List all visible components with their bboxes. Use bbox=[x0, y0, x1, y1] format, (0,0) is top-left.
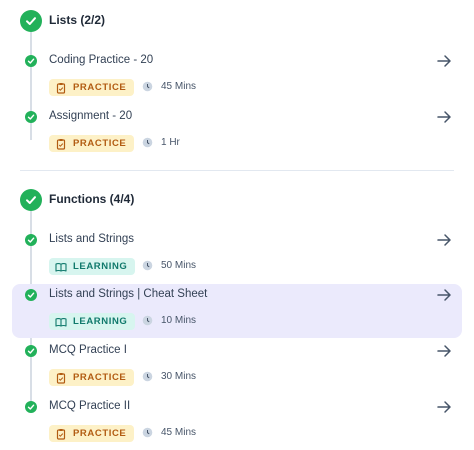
item-title: Assignment - 20 bbox=[49, 110, 133, 122]
check-dot-icon bbox=[25, 55, 37, 67]
learning-badge: LEARNING bbox=[49, 258, 136, 275]
practice-badge: PRACTICE bbox=[49, 425, 135, 442]
list-item-assignment[interactable]: Assignment - 20 PRACTICE 1 Hr bbox=[12, 106, 462, 160]
item-title: Coding Practice - 20 bbox=[49, 54, 154, 66]
arrow-right-icon[interactable] bbox=[436, 232, 452, 248]
clock-icon bbox=[142, 371, 153, 382]
check-dot-icon bbox=[25, 401, 37, 413]
arrow-right-icon[interactable] bbox=[436, 109, 452, 125]
badge-label: PRACTICE bbox=[73, 138, 127, 149]
list-item-coding-practice[interactable]: Coding Practice - 20 PRACTICE 45 Mins bbox=[12, 50, 462, 104]
practice-badge: PRACTICE bbox=[49, 369, 135, 386]
practice-badge: PRACTICE bbox=[49, 79, 135, 96]
section-header-lists[interactable]: Lists (2/2) bbox=[0, 0, 474, 40]
check-dot-icon bbox=[25, 289, 37, 301]
badge-label: PRACTICE bbox=[73, 82, 127, 93]
check-dot-icon bbox=[25, 345, 37, 357]
practice-badge: PRACTICE bbox=[49, 135, 135, 152]
clock-icon bbox=[142, 427, 153, 438]
duration-label: 45 Mins bbox=[161, 81, 197, 92]
list-item-mcq-practice-2[interactable]: MCQ Practice II PRACTICE 45 Mins bbox=[12, 396, 462, 450]
duration: 1 Hr bbox=[142, 137, 180, 148]
clock-icon bbox=[142, 260, 153, 271]
arrow-right-icon[interactable] bbox=[436, 287, 452, 303]
list-item-lists-and-strings[interactable]: Lists and Strings LEARNING 50 Mins bbox=[12, 229, 462, 283]
arrow-right-icon[interactable] bbox=[436, 399, 452, 415]
duration: 45 Mins bbox=[142, 427, 196, 438]
check-circle-icon bbox=[20, 10, 42, 32]
section-title: Lists (2/2) bbox=[49, 13, 106, 27]
duration-label: 50 Mins bbox=[161, 260, 197, 271]
item-title: MCQ Practice I bbox=[49, 344, 127, 356]
duration-label: 1 Hr bbox=[161, 137, 180, 148]
badge-label: LEARNING bbox=[73, 261, 128, 272]
duration-label: 45 Mins bbox=[161, 427, 197, 438]
arrow-right-icon[interactable] bbox=[436, 343, 452, 359]
section-title: Functions (4/4) bbox=[49, 192, 135, 206]
clipboard-icon bbox=[55, 428, 67, 440]
clipboard-icon bbox=[55, 138, 67, 150]
clock-icon bbox=[142, 81, 153, 92]
arrow-right-icon[interactable] bbox=[436, 53, 452, 69]
duration: 50 Mins bbox=[142, 260, 196, 271]
list-item-mcq-practice-1[interactable]: MCQ Practice I PRACTICE 30 Mins bbox=[12, 340, 462, 394]
duration: 30 Mins bbox=[142, 371, 196, 382]
clipboard-icon bbox=[55, 82, 67, 94]
book-icon bbox=[55, 261, 67, 273]
badge-label: PRACTICE bbox=[73, 372, 127, 383]
item-title: Lists and Strings bbox=[49, 233, 135, 245]
clipboard-icon bbox=[55, 372, 67, 384]
check-circle-icon bbox=[20, 189, 42, 211]
book-icon bbox=[55, 316, 67, 328]
item-title: Lists and Strings | Cheat Sheet bbox=[49, 288, 208, 300]
clock-icon bbox=[142, 315, 153, 326]
duration: 45 Mins bbox=[142, 81, 196, 92]
badge-label: LEARNING bbox=[73, 316, 128, 327]
list-item-cheat-sheet[interactable]: Lists and Strings | Cheat Sheet LEARNING… bbox=[12, 284, 462, 338]
check-dot-icon bbox=[25, 234, 37, 246]
section-header-functions[interactable]: Functions (4/4) bbox=[0, 179, 474, 219]
clock-icon bbox=[142, 137, 153, 148]
duration-label: 30 Mins bbox=[161, 371, 197, 382]
duration: 10 Mins bbox=[142, 315, 196, 326]
section-divider bbox=[20, 170, 454, 171]
learning-badge: LEARNING bbox=[49, 313, 136, 330]
item-title: MCQ Practice II bbox=[49, 400, 131, 412]
duration-label: 10 Mins bbox=[161, 315, 197, 326]
badge-label: PRACTICE bbox=[73, 428, 127, 439]
check-dot-icon bbox=[25, 111, 37, 123]
